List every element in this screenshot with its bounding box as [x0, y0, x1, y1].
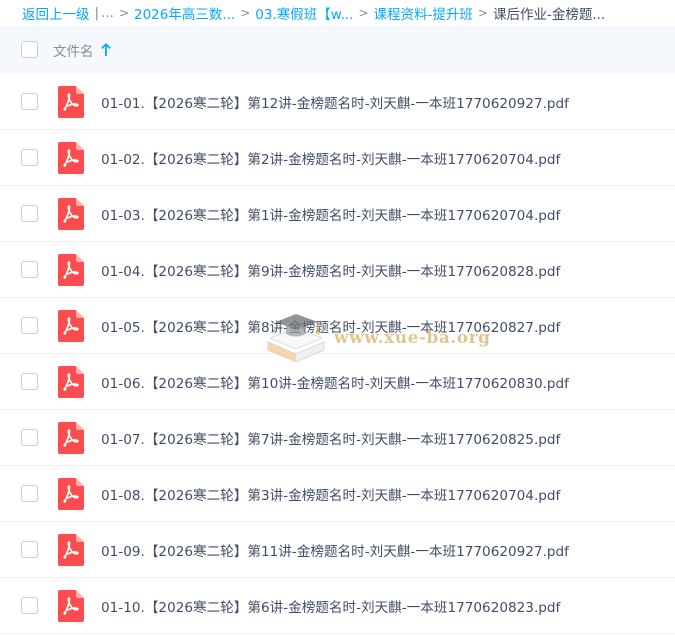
pdf-file-icon — [56, 142, 84, 174]
file-row[interactable]: 01-05.【2026寒二轮】第8讲-金榜题名时-刘天麒-一本班17706208… — [0, 298, 675, 354]
breadcrumb-back-link[interactable]: 返回上一级 — [22, 3, 90, 23]
pdf-file-icon — [56, 478, 84, 510]
breadcrumb-item-winter-class[interactable]: 03.寒假班【w... — [255, 3, 353, 23]
pdf-file-icon — [56, 254, 84, 286]
file-name-link[interactable]: 01-09.【2026寒二轮】第11讲-金榜题名时-刘天麒-一本班1770620… — [101, 540, 569, 560]
file-row[interactable]: 01-01.【2026寒二轮】第12讲-金榜题名时-刘天麒-一本班1770620… — [0, 74, 675, 130]
file-row-checkbox[interactable] — [21, 317, 38, 334]
sort-arrow-up-icon[interactable] — [100, 42, 112, 57]
file-row[interactable]: 01-08.【2026寒二轮】第3讲-金榜题名时-刘天麒-一本班17706207… — [0, 466, 675, 522]
breadcrumb-pipe: | — [94, 4, 100, 21]
pdf-file-icon — [56, 366, 84, 398]
file-name-link[interactable]: 01-04.【2026寒二轮】第9讲-金榜题名时-刘天麒-一本班17706208… — [101, 260, 560, 280]
file-name-link[interactable]: 01-02.【2026寒二轮】第2讲-金榜题名时-刘天麒-一本班17706207… — [101, 148, 560, 168]
file-row[interactable]: 01-02.【2026寒二轮】第2讲-金榜题名时-刘天麒-一本班17706207… — [0, 130, 675, 186]
file-name-link[interactable]: 01-08.【2026寒二轮】第3讲-金榜题名时-刘天麒-一本班17706207… — [101, 484, 560, 504]
file-row-checkbox[interactable] — [21, 597, 38, 614]
file-name-link[interactable]: 01-01.【2026寒二轮】第12讲-金榜题名时-刘天麒-一本班1770620… — [101, 92, 569, 112]
file-row-checkbox[interactable] — [21, 485, 38, 502]
file-name-link[interactable]: 01-07.【2026寒二轮】第7讲-金榜题名时-刘天麒-一本班17706208… — [101, 428, 560, 448]
file-name-link[interactable]: 01-05.【2026寒二轮】第8讲-金榜题名时-刘天麒-一本班17706208… — [101, 316, 560, 336]
file-row[interactable]: 01-03.【2026寒二轮】第1讲-金榜题名时-刘天麒-一本班17706207… — [0, 186, 675, 242]
file-row[interactable]: 01-06.【2026寒二轮】第10讲-金榜题名时-刘天麒-一本班1770620… — [0, 354, 675, 410]
file-row-checkbox[interactable] — [21, 429, 38, 446]
file-row[interactable]: 01-07.【2026寒二轮】第7讲-金榜题名时-刘天麒-一本班17706208… — [0, 410, 675, 466]
column-header-filename[interactable]: 文件名 — [53, 40, 112, 60]
breadcrumb-ellipsis[interactable]: ... — [101, 5, 114, 21]
file-row[interactable]: 01-10.【2026寒二轮】第6讲-金榜题名时-刘天麒-一本班17706208… — [0, 578, 675, 634]
file-row[interactable]: 01-09.【2026寒二轮】第11讲-金榜题名时-刘天麒-一本班1770620… — [0, 522, 675, 578]
pdf-file-icon — [56, 534, 84, 566]
breadcrumb-item-grade-math[interactable]: 2026年高三数... — [134, 3, 235, 23]
file-list: 01-01.【2026寒二轮】第12讲-金榜题名时-刘天麒-一本班1770620… — [0, 74, 675, 634]
column-header-filename-label: 文件名 — [53, 43, 94, 60]
file-row-checkbox[interactable] — [21, 541, 38, 558]
pdf-file-icon — [56, 310, 84, 342]
file-name-link[interactable]: 01-10.【2026寒二轮】第6讲-金榜题名时-刘天麒-一本班17706208… — [101, 596, 560, 616]
breadcrumb-item-course-materials[interactable]: 课程资料-提升班 — [374, 3, 473, 23]
breadcrumb-separator: > — [118, 5, 129, 20]
file-name-link[interactable]: 01-03.【2026寒二轮】第1讲-金榜题名时-刘天麒-一本班17706207… — [101, 204, 560, 224]
file-name-link[interactable]: 01-06.【2026寒二轮】第10讲-金榜题名时-刘天麒-一本班1770620… — [101, 372, 569, 392]
pdf-file-icon — [56, 86, 84, 118]
file-row[interactable]: 01-04.【2026寒二轮】第9讲-金榜题名时-刘天麒-一本班17706208… — [0, 242, 675, 298]
breadcrumb-separator: > — [477, 5, 488, 20]
file-row-checkbox[interactable] — [21, 205, 38, 222]
breadcrumb-separator: > — [240, 5, 251, 20]
file-row-checkbox[interactable] — [21, 373, 38, 390]
pdf-file-icon — [56, 422, 84, 454]
breadcrumb: 返回上一级 | ... > 2026年高三数... > 03.寒假班【w... … — [0, 0, 675, 25]
file-row-checkbox[interactable] — [21, 149, 38, 166]
file-row-checkbox[interactable] — [21, 93, 38, 110]
select-all-checkbox[interactable] — [21, 41, 38, 58]
file-row-checkbox[interactable] — [21, 261, 38, 278]
breadcrumb-separator: > — [358, 5, 369, 20]
pdf-file-icon — [56, 198, 84, 230]
pdf-file-icon — [56, 590, 84, 622]
breadcrumb-current-folder: 课后作业-金榜题... — [492, 6, 606, 23]
file-list-header: 文件名 — [0, 25, 675, 74]
